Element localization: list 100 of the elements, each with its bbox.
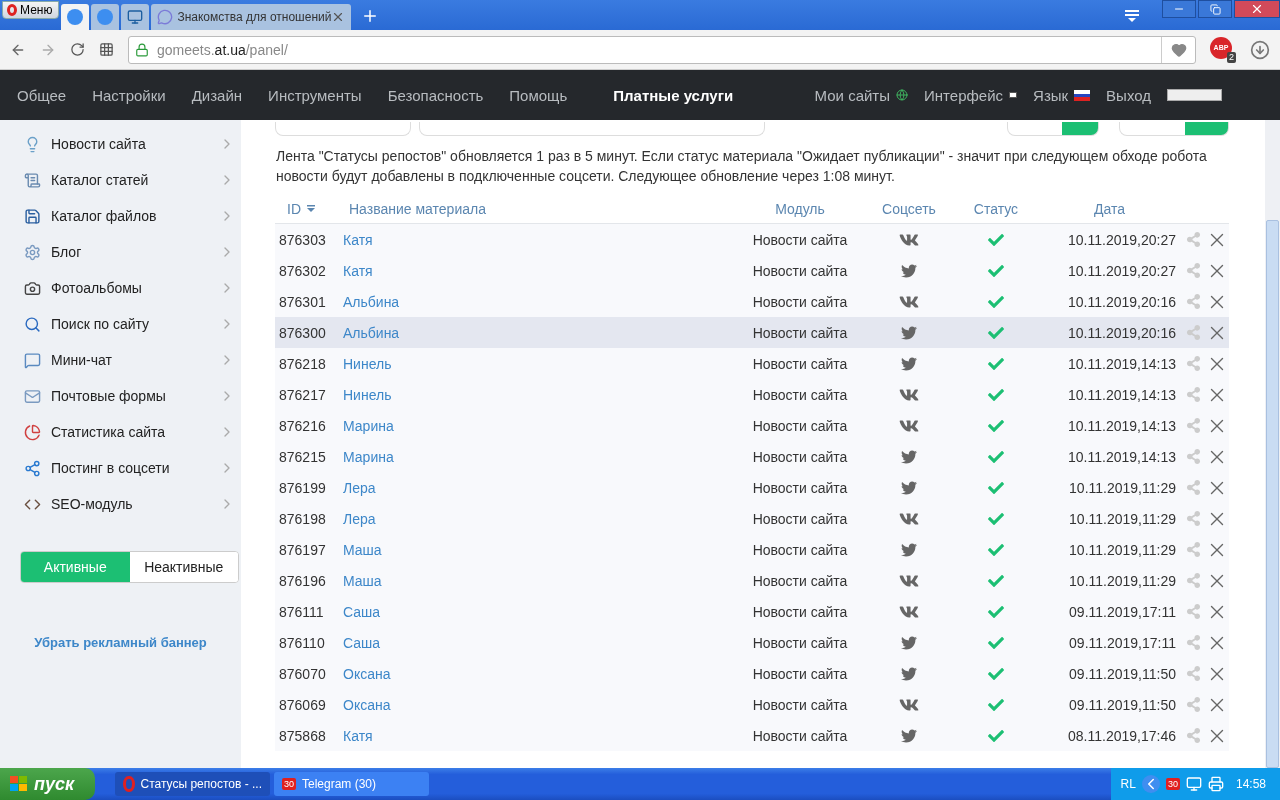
nav-link[interactable]: Общее xyxy=(17,86,67,104)
minimize-button[interactable] xyxy=(1162,0,1196,18)
table-row[interactable]: 876217 Нинель Новости сайта 10.11.2019,14:13 xyxy=(275,379,1229,410)
nav-link[interactable]: Дизайн xyxy=(191,86,243,104)
nav-link[interactable]: Интерфейс xyxy=(924,86,1018,104)
nav-link[interactable]: Настройки xyxy=(92,86,166,104)
sidebar-item[interactable]: Каталог статей xyxy=(0,162,241,198)
table-row[interactable]: 876216 Марина Новости сайта 10.11.2019,14:13 xyxy=(275,410,1229,441)
sidebar-item[interactable]: Каталог файлов xyxy=(0,198,241,234)
sidebar-item[interactable]: Фотоальбомы xyxy=(0,270,241,306)
table-row[interactable]: 876303 Катя Новости сайта 10.11.2019,20:27 xyxy=(275,224,1229,255)
material-link[interactable]: Марина xyxy=(341,448,394,465)
material-link[interactable]: Катя xyxy=(341,231,373,248)
table-row[interactable]: 876198 Лера Новости сайта 10.11.2019,11:29 xyxy=(275,503,1229,534)
nav-link[interactable]: Помощь xyxy=(509,86,568,104)
table-row[interactable]: 876069 Оксана Новости сайта 09.11.2019,11:50 xyxy=(275,689,1229,720)
material-link[interactable]: Саша xyxy=(341,634,381,651)
twitter-icon xyxy=(901,665,917,682)
material-link[interactable]: Лера xyxy=(341,510,376,527)
filter-button[interactable] xyxy=(1007,122,1099,136)
id-cell-text: 876302 xyxy=(278,262,327,279)
nav-link[interactable]: Безопасность xyxy=(387,86,484,104)
module-cell-text: Новости сайта xyxy=(751,696,849,713)
browser-tab[interactable]: Знакомства для отношений xyxy=(151,4,352,30)
column-header[interactable]: Соцсеть xyxy=(863,200,955,217)
table-row[interactable]: 876070 Оксана Новости сайта 09.11.2019,11:50 xyxy=(275,658,1229,689)
material-link[interactable]: Оксана xyxy=(341,665,391,682)
material-link[interactable]: Маша xyxy=(341,572,382,589)
browser-tab[interactable] xyxy=(91,4,120,30)
module-cell-text: Новости сайта xyxy=(751,324,849,341)
material-link[interactable]: Нинель xyxy=(341,386,392,403)
menu-icon[interactable] xyxy=(1124,9,1140,23)
nav-link[interactable]: Язык xyxy=(1033,86,1091,104)
material-link[interactable]: Нинель xyxy=(341,355,392,372)
material-link[interactable]: Катя xyxy=(341,262,373,279)
date-cell-text: 10.11.2019,14:13 xyxy=(1067,417,1177,434)
column-header[interactable]: Название материала xyxy=(337,200,737,217)
nav-link[interactable]: Мои сайты xyxy=(814,86,909,104)
printer-icon[interactable] xyxy=(1207,776,1224,792)
table-row[interactable]: 876301 Альбина Новости сайта 10.11.2019,20:16 xyxy=(275,286,1229,317)
table-row[interactable]: 876197 Маша Новости сайта 10.11.2019,11:29 xyxy=(275,534,1229,565)
network-icon[interactable] xyxy=(1185,776,1202,792)
menu-button[interactable]: Меню xyxy=(2,1,60,19)
date-cell-text: 10.11.2019,14:13 xyxy=(1067,355,1177,372)
start-button[interactable]: пуск xyxy=(0,768,95,800)
material-link[interactable]: Лера xyxy=(341,479,376,496)
address-field[interactable]: gomeets.at.ua/panel/ xyxy=(128,35,1196,64)
nav-link[interactable]: Выход xyxy=(1106,86,1151,104)
taskbar-button[interactable]: Статусы репостов - ... xyxy=(115,772,270,796)
date-cell-text: 10.11.2019,20:16 xyxy=(1067,293,1177,310)
sidebar-item[interactable]: Блог xyxy=(0,234,241,270)
table-row[interactable]: 876199 Лера Новости сайта 10.11.2019,11:29 xyxy=(275,472,1229,503)
column-header[interactable]: Дата xyxy=(1037,200,1182,217)
sidebar-item[interactable]: Почтовые формы xyxy=(0,378,241,414)
chevron-icon[interactable] xyxy=(1141,775,1160,793)
table-row[interactable]: 876215 Марина Новости сайта 10.11.2019,14:13 xyxy=(275,441,1229,472)
column-header[interactable]: Статус xyxy=(955,200,1037,217)
unread-badge[interactable]: 30 xyxy=(1165,778,1180,790)
material-link[interactable]: Оксана xyxy=(341,696,391,713)
table-row[interactable]: 876110 Саша Новости сайта 09.11.2019,17:11 xyxy=(275,627,1229,658)
maximize-button[interactable] xyxy=(1198,0,1232,18)
table-row[interactable]: 875868 Катя Новости сайта 08.11.2019,17:46 xyxy=(275,720,1229,751)
material-link[interactable]: Катя xyxy=(341,727,373,744)
table-row[interactable]: 876111 Саша Новости сайта 09.11.2019,17:11 xyxy=(275,596,1229,627)
sidebar-item[interactable]: SEO-модуль xyxy=(0,486,241,522)
sidebar-item[interactable]: Постинг в соцсети xyxy=(0,450,241,486)
table-row[interactable]: 876300 Альбина Новости сайта 10.11.2019,20:16 xyxy=(275,317,1229,348)
twitter-icon xyxy=(901,727,917,744)
reload-icon[interactable] xyxy=(70,42,85,57)
id-cell-text: 876301 xyxy=(278,293,327,310)
scroll-thumb[interactable] xyxy=(1266,220,1279,768)
sidebar-item[interactable]: Поиск по сайту xyxy=(0,306,241,342)
close-button[interactable] xyxy=(1234,0,1280,18)
unread-badge: 30 xyxy=(282,778,296,790)
material-link[interactable]: Саша xyxy=(341,603,381,620)
browser-tab[interactable] xyxy=(61,4,90,30)
table-row[interactable]: 876218 Нинель Новости сайта 10.11.2019,14:13 xyxy=(275,348,1229,379)
module-cell-text: Новости сайта xyxy=(751,603,849,620)
filter-button[interactable] xyxy=(1119,122,1229,136)
sidebar-item[interactable]: Статистика сайта xyxy=(0,414,241,450)
sidebar-item[interactable]: Новости сайта xyxy=(0,126,241,162)
nav-link[interactable]: Инструменты xyxy=(268,86,362,104)
browser-tab[interactable] xyxy=(121,4,150,30)
column-header[interactable]: Модуль xyxy=(737,200,863,217)
taskbar-button[interactable]: 30 Telegram (30) xyxy=(274,772,429,796)
download-icon[interactable] xyxy=(1250,39,1270,60)
heart-icon[interactable] xyxy=(1170,41,1187,58)
account-field[interactable] xyxy=(1167,89,1222,101)
table-row[interactable]: 876302 Катя Новости сайта 10.11.2019,20:27 xyxy=(275,255,1229,286)
date-cell-text: 09.11.2019,11:50 xyxy=(1068,696,1177,713)
material-link[interactable]: Альбина xyxy=(341,293,400,310)
material-link[interactable]: Марина xyxy=(341,417,394,434)
table-row[interactable]: 876196 Маша Новости сайта 10.11.2019,11:29 xyxy=(275,565,1229,596)
column-header[interactable]: ID xyxy=(275,200,337,217)
nav-link[interactable]: Платные услуги xyxy=(613,86,734,104)
module-cell-text: Новости сайта xyxy=(751,448,849,465)
scrollbar[interactable] xyxy=(1265,120,1280,768)
sidebar-item[interactable]: Мини-чат xyxy=(0,342,241,378)
material-link[interactable]: Маша xyxy=(341,541,382,558)
grid-icon[interactable] xyxy=(99,42,114,57)
